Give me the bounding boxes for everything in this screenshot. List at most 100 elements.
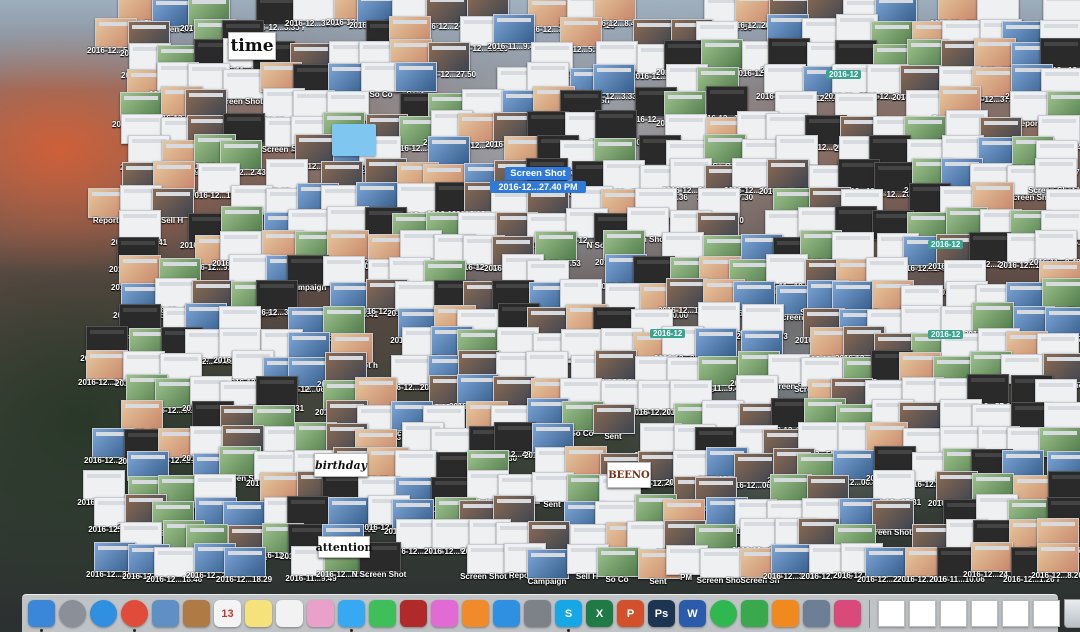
messages-icon[interactable]	[338, 600, 365, 632]
app-store-icon[interactable]	[493, 600, 520, 627]
screenshot-app-icon[interactable]	[834, 600, 861, 627]
folder-icon[interactable]	[332, 124, 376, 156]
photos-icon[interactable]	[307, 600, 334, 627]
file-thumbnail	[938, 0, 980, 21]
file-thumbnail	[764, 64, 806, 94]
file-thumbnail	[1035, 158, 1077, 188]
system-preferences-icon[interactable]	[524, 600, 551, 627]
tag-label: 2016-12	[928, 240, 964, 249]
file-thumbnail	[493, 14, 535, 44]
file-thumbnail	[873, 470, 915, 500]
itunes-icon[interactable]	[431, 600, 458, 627]
dock: 13 S X P Ps W	[22, 594, 1080, 632]
file-thumbnail	[395, 450, 437, 480]
file-thumbnail	[287, 496, 329, 526]
time-thumbnail[interactable]: time	[228, 32, 276, 60]
dock-recent-document[interactable]	[940, 600, 967, 627]
file-name-label: 2016-12...18.29	[216, 575, 272, 584]
screenshot-file-icon[interactable]: So Co	[597, 547, 639, 584]
dock-separator	[869, 599, 870, 628]
screenshot-file-icon[interactable]: 2016-11...9.49	[1029, 230, 1080, 267]
file-thumbnail	[865, 547, 907, 577]
screenshot-file-icon[interactable]: 2016-12...8.20	[1031, 543, 1080, 580]
file-thumbnail	[593, 404, 635, 434]
xbox-icon[interactable]	[741, 600, 768, 627]
file-thumbnail	[119, 210, 161, 240]
preview-icon[interactable]	[152, 600, 179, 627]
file-thumbnail	[767, 159, 809, 189]
dock-recent-document[interactable]	[878, 600, 905, 627]
screenshot-file-icon[interactable]: 2016-12...21.44	[662, 158, 718, 195]
beeno-thumbnail[interactable]: BEENO	[607, 462, 651, 488]
file-thumbnail	[832, 281, 874, 311]
screenshot-file-icon[interactable]: Sent	[593, 404, 635, 441]
file-thumbnail	[974, 38, 1016, 68]
birthday-thumbnail[interactable]: birthday	[314, 453, 368, 477]
file-name-label: 2016-12...8.20	[1031, 571, 1080, 580]
reminders-icon[interactable]	[276, 600, 303, 627]
tag-label: 2016-12	[650, 329, 686, 338]
excel-icon[interactable]: X	[586, 600, 613, 627]
file-thumbnail	[467, 544, 509, 574]
file-thumbnail	[256, 280, 298, 310]
screenshot-file-icon[interactable]: 2016-11...9.49	[487, 14, 539, 51]
file-thumbnail	[256, 376, 298, 406]
file-thumbnail	[595, 110, 637, 140]
vlc-icon[interactable]	[772, 600, 799, 627]
launchpad-icon[interactable]	[59, 600, 86, 627]
file-thumbnail	[391, 355, 433, 385]
ibooks-icon[interactable]	[462, 600, 489, 627]
file-thumbnail	[766, 254, 808, 284]
file-thumbnail	[971, 542, 1013, 572]
file-thumbnail	[695, 328, 737, 358]
screenshot-file-icon[interactable]: 2016-12...18.29	[216, 547, 272, 584]
image-capture-icon[interactable]	[803, 600, 830, 627]
file-thumbnail	[1042, 278, 1080, 308]
file-thumbnail	[700, 548, 742, 578]
dock-recent-document[interactable]	[909, 600, 936, 627]
desktop[interactable]: Screen ShotScreen Sh2016-12...3.33 PM201…	[0, 0, 1080, 632]
photoshop-icon[interactable]: Ps	[648, 600, 675, 627]
dock-recent-document[interactable]	[971, 600, 998, 627]
file-thumbnail	[395, 281, 437, 311]
file-thumbnail	[395, 62, 437, 92]
file-thumbnail	[1035, 230, 1077, 260]
screenshot-file-icon[interactable]: Screen Shot h	[1028, 158, 1080, 195]
safari-icon[interactable]	[90, 600, 117, 627]
dock-recent-document[interactable]	[1002, 600, 1029, 627]
file-thumbnail	[969, 232, 1011, 262]
skype-icon[interactable]: S	[555, 600, 582, 632]
word-icon[interactable]: W	[679, 600, 706, 627]
screenshot-file-icon[interactable]: Sent	[395, 62, 437, 99]
powerpoint-icon[interactable]: P	[617, 600, 644, 627]
photo-booth-icon[interactable]	[400, 600, 427, 627]
file-thumbnail	[771, 544, 813, 574]
spotify-icon[interactable]	[710, 600, 737, 627]
file-thumbnail	[121, 400, 163, 430]
file-name-label: N Screen Shot	[351, 570, 407, 579]
chrome-icon[interactable]	[121, 600, 148, 632]
trash-icon[interactable]	[1064, 599, 1080, 628]
screenshot-file-icon[interactable]: 2016-12...24.18 PM	[963, 542, 1019, 579]
screenshot-file-icon[interactable]: Screen Shot h	[865, 500, 919, 537]
file-thumbnail	[83, 470, 125, 500]
file-thumbnail	[224, 547, 266, 577]
facetime-icon[interactable]	[369, 600, 396, 627]
finder-icon[interactable]	[28, 600, 55, 632]
file-thumbnail	[595, 350, 637, 380]
selected-screenshot-file[interactable]: Screen Shot 2016-12...27.40 PM	[490, 167, 586, 193]
contacts-icon[interactable]	[183, 600, 210, 627]
file-thumbnail	[1037, 543, 1079, 573]
file-thumbnail	[86, 350, 128, 380]
file-thumbnail	[494, 422, 536, 452]
file-thumbnail	[872, 500, 914, 530]
calendar-icon[interactable]: 13	[214, 600, 241, 627]
tag-label: 2016-12	[928, 330, 964, 339]
dock-recent-document[interactable]	[1033, 600, 1060, 627]
desktop-icon-field: Screen ShotScreen Sh2016-12...3.33 PM201…	[0, 0, 1080, 592]
notes-icon[interactable]	[245, 600, 272, 627]
attention-thumbnail[interactable]: attention	[316, 536, 372, 558]
tag-label: 2016-12	[826, 70, 862, 79]
selected-file-date: 2016-12...27.40 PM	[490, 181, 586, 193]
selected-file-name: Screen Shot	[505, 167, 571, 180]
